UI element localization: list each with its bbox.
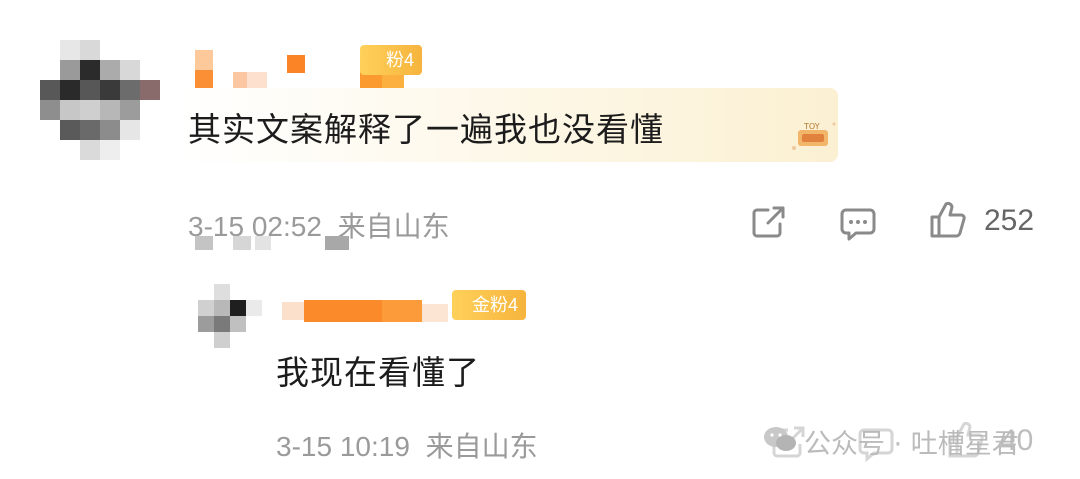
avatar-pixel — [60, 40, 80, 60]
avatar-pixel — [60, 80, 80, 100]
avatar-pixel — [246, 332, 262, 348]
avatar-pixel — [214, 300, 230, 316]
main-like-count: 252 — [984, 204, 1035, 237]
avatar-pixel — [120, 140, 140, 160]
avatar-pixel — [140, 60, 160, 80]
svg-text:TOY: TOY — [803, 122, 820, 131]
comment-icon[interactable] — [838, 204, 878, 244]
avatar-pixel — [230, 284, 246, 300]
avatar-pixel — [198, 284, 214, 300]
avatar-pixel — [40, 120, 60, 140]
avatar-pixel — [120, 60, 140, 80]
avatar-pixel — [100, 40, 120, 60]
main-avatar[interactable] — [40, 40, 160, 160]
avatar-pixel — [214, 332, 230, 348]
thumbs-up-icon[interactable] — [928, 200, 968, 240]
avatar-pixel — [80, 60, 100, 80]
main-username-censored[interactable] — [195, 50, 404, 90]
avatar-pixel — [230, 332, 246, 348]
avatar-pixel — [198, 316, 214, 332]
reply-comment-meta: 3-15 10:19 来自山东 — [276, 425, 538, 465]
avatar-pixel — [100, 120, 120, 140]
watermark-text: 公众号 · 吐槽星君 — [804, 429, 1019, 460]
avatar-pixel — [140, 40, 160, 60]
avatar-pixel — [40, 100, 60, 120]
avatar-pixel — [60, 140, 80, 160]
avatar-pixel — [246, 284, 262, 300]
avatar-pixel — [120, 100, 140, 120]
avatar-pixel — [80, 120, 100, 140]
avatar-pixel — [214, 284, 230, 300]
censored-strip — [195, 236, 465, 256]
reply-comment-location: 来自山东 — [425, 431, 538, 462]
avatar-pixel — [60, 120, 80, 140]
avatar-pixel — [230, 300, 246, 316]
avatar-pixel — [100, 100, 120, 120]
wechat-official-account-icon — [764, 427, 796, 451]
avatar-pixel — [140, 120, 160, 140]
reply-badge-label: 金粉4 — [472, 295, 519, 315]
main-badge-label: 粉4 — [386, 50, 415, 70]
avatar-pixel — [140, 80, 160, 100]
avatar-pixel — [100, 80, 120, 100]
reply-fan-badge: 金粉4 — [452, 290, 527, 320]
avatar-pixel — [198, 332, 214, 348]
avatar-pixel — [246, 300, 262, 316]
avatar-pixel — [40, 80, 60, 100]
avatar-pixel — [140, 100, 160, 120]
reply-username-censored[interactable] — [282, 294, 452, 324]
avatar-pixel — [100, 140, 120, 160]
avatar-pixel — [40, 60, 60, 80]
avatar-pixel — [120, 80, 140, 100]
avatar-pixel — [100, 60, 120, 80]
reply-comment-time: 3-15 10:19 — [276, 431, 410, 462]
avatar-pixel — [40, 140, 60, 160]
share-icon[interactable] — [748, 202, 788, 242]
avatar-pixel — [120, 40, 140, 60]
main-comment-text: 其实文案解释了一遍我也没看懂 — [188, 110, 664, 149]
avatar-pixel — [246, 316, 262, 332]
avatar-pixel — [120, 120, 140, 140]
avatar-pixel — [80, 80, 100, 100]
avatar-pixel — [230, 316, 246, 332]
avatar-pixel — [60, 100, 80, 120]
avatar-pixel — [140, 140, 160, 160]
main-fan-badge: 粉4 — [360, 45, 423, 75]
bubble-sticker-decoration: TOY — [792, 122, 836, 150]
reply-avatar[interactable] — [198, 284, 262, 348]
avatar-pixel — [60, 60, 80, 80]
avatar-pixel — [80, 140, 100, 160]
avatar-pixel — [40, 40, 60, 60]
avatar-pixel — [80, 100, 100, 120]
reply-comment-text: 我现在看懂了 — [276, 353, 480, 392]
avatar-pixel — [214, 316, 230, 332]
avatar-pixel — [80, 40, 100, 60]
avatar-pixel — [198, 300, 214, 316]
